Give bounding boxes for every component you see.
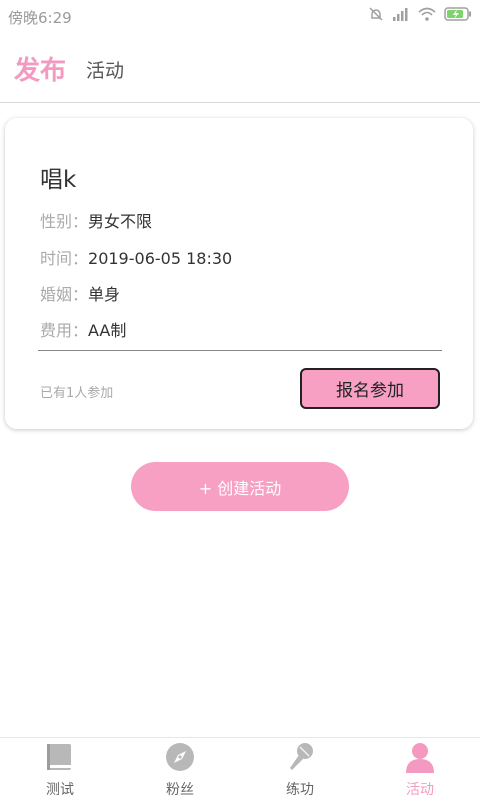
time-label: 时间： [40, 249, 89, 268]
compass-icon [166, 743, 194, 771]
marriage-label: 婚姻： [40, 285, 89, 304]
status-time: 傍晚6:29 [8, 9, 72, 27]
nav-item-practice[interactable]: 练功 [240, 738, 360, 801]
marriage-row: 婚姻：单身 [40, 281, 120, 305]
gender-label: 性别： [40, 212, 89, 231]
signal-icon [393, 8, 408, 21]
top-header: 发布 活动 [0, 32, 480, 103]
status-icons [368, 6, 472, 22]
status-bar: 傍晚6:29 [0, 0, 480, 32]
nav-item-fans[interactable]: 粉丝 [120, 738, 240, 801]
fee-value: AA制 [88, 321, 127, 340]
fee-row: 费用：AA制 [40, 317, 126, 341]
participant-count: 已有1人参加 [40, 386, 114, 401]
time-row: 时间：2019-06-05 18:30 [40, 245, 232, 269]
book-icon [47, 744, 71, 770]
fee-label: 费用： [40, 321, 89, 340]
tab-activity[interactable]: 活动 [86, 56, 124, 83]
nav-item-activity[interactable]: 活动 [360, 738, 480, 801]
nav-label-practice: 练功 [286, 782, 314, 798]
gender-value: 男女不限 [88, 212, 153, 231]
activity-title: 唱k [40, 167, 77, 193]
wifi-icon [418, 7, 436, 21]
battery-icon [444, 7, 471, 21]
gender-row: 性别：男女不限 [40, 208, 152, 232]
microphone-icon [290, 743, 313, 770]
nav-item-test[interactable]: 测试 [0, 738, 120, 801]
marriage-value: 单身 [88, 285, 121, 304]
person-icon [406, 743, 434, 773]
nav-label-test: 测试 [46, 782, 74, 798]
alarm-off-icon [369, 7, 383, 21]
activity-card[interactable]: 唱k 性别：男女不限 时间：2019-06-05 18:30 婚姻：单身 费用：… [5, 118, 473, 429]
bottom-nav: 测试 粉丝 练功 活动 [0, 737, 480, 801]
nav-label-activity: 活动 [406, 782, 434, 798]
nav-label-fans: 粉丝 [166, 782, 194, 798]
create-activity-button[interactable]: + 创建活动 [131, 462, 349, 511]
join-button[interactable]: 报名参加 [300, 368, 440, 409]
tab-publish[interactable]: 发布 [14, 50, 66, 87]
time-value: 2019-06-05 18:30 [88, 249, 233, 268]
card-divider [38, 350, 442, 351]
